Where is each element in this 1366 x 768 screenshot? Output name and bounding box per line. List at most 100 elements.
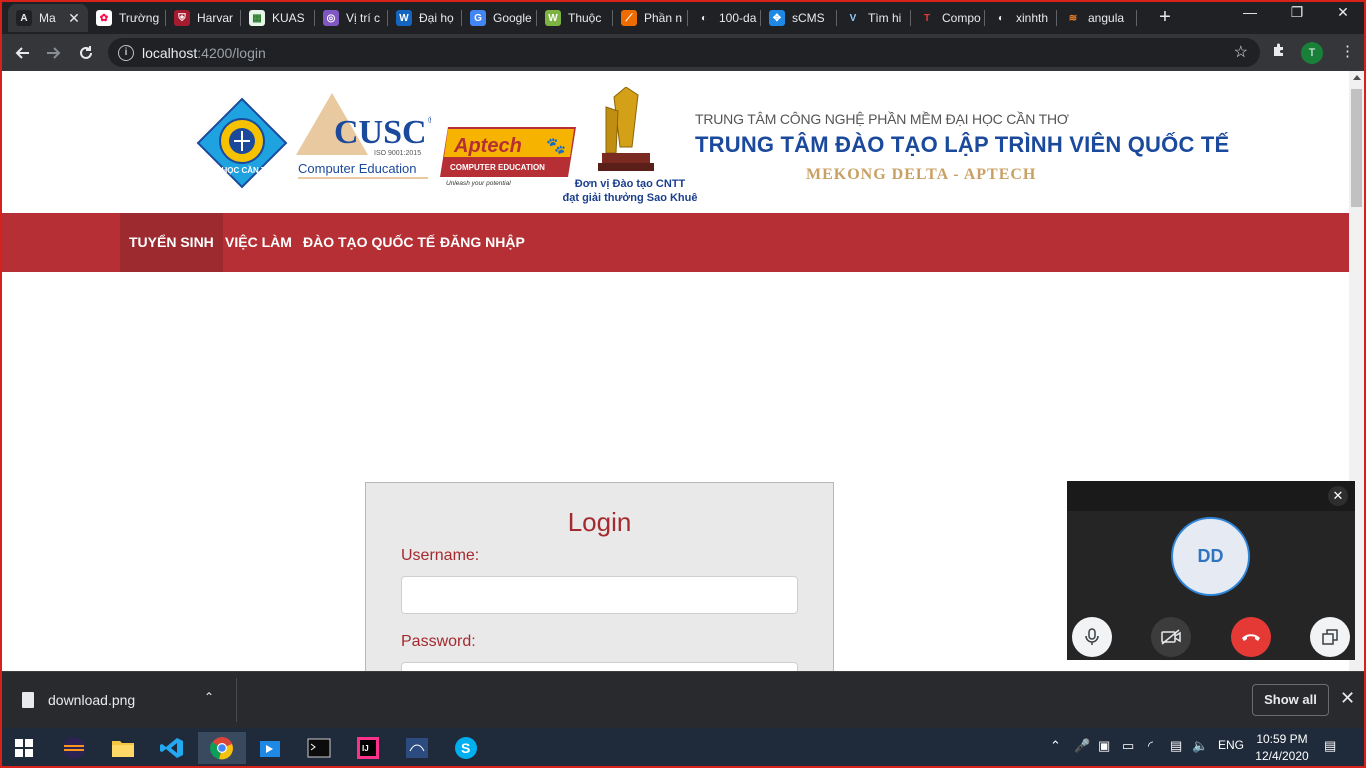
browser-tab[interactable]: ◐ 100-da [688,4,761,32]
popout-button[interactable] [1310,617,1350,657]
org-name: TRUNG TÂM ĐÀO TẠO LẬP TRÌNH VIÊN QUỐC TẾ [695,132,1230,157]
intellij-icon: IJ [357,737,379,759]
svg-text:S: S [461,740,470,756]
system-clock[interactable]: 10:59 PM 12/4/2020 [1250,731,1314,765]
tray-volume-icon[interactable]: 🔈 [1192,738,1208,754]
vscode-app[interactable] [156,732,188,764]
browser-tab[interactable]: ⟋ Phần n [613,4,688,32]
terminal-icon [307,738,331,758]
tab-close-icon[interactable]: ✕ [66,10,82,27]
tab-title: Ma [39,11,56,25]
tray-language-app-icon[interactable]: ▤ [1170,738,1182,754]
browser-tab[interactable]: ✿ Trường [88,4,166,32]
browser-tab[interactable]: ⛨ Harvar [166,4,241,32]
tab-favicon-icon: W [545,10,561,26]
site-info-icon[interactable]: i [118,44,134,61]
menu-kebab-icon[interactable]: ⋮ [1340,42,1355,60]
browser-tab[interactable]: ≋ angula [1057,4,1137,32]
tab-favicon-icon: ✿ [96,10,112,26]
bookmark-star-icon[interactable]: ☆ [1234,42,1248,62]
eclipse-app[interactable] [58,732,90,764]
hangup-button[interactable] [1231,617,1271,657]
nav-dao-tao-quoc-te[interactable]: ĐÀO TẠO QUỐC TẾ [294,213,444,272]
popout-windows-icon [1322,629,1338,645]
tab-separator [1136,10,1137,26]
tab-favicon-icon: A [16,10,32,26]
photos-video-icon [260,741,280,757]
extensions-puzzle-icon[interactable] [1271,42,1287,62]
browser-tab[interactable]: W Đại họ [388,4,462,32]
show-all-button[interactable]: Show all [1252,684,1329,716]
profile-avatar[interactable]: T [1301,42,1323,64]
close-window-button[interactable]: ✕ [1323,4,1363,21]
new-tab-button[interactable]: + [1154,6,1176,28]
award-caption: Đơn vị Đào tạo CNTT đạt giải thưởng Sao … [562,177,698,205]
svg-text:Computer Education: Computer Education [298,161,417,176]
browser-tab[interactable]: ✥ sCMS [761,4,837,32]
password-label: Password: [401,633,476,650]
download-options-chevron-icon[interactable]: ⌃ [204,690,214,704]
tab-title: Compo [942,11,981,25]
download-bar-close-button[interactable]: ✕ [1340,688,1355,709]
svg-text:Aptech: Aptech [453,135,522,157]
file-explorer-app[interactable] [107,732,139,764]
svg-text:ISO 9001:2015: ISO 9001:2015 [374,150,421,157]
forward-button[interactable] [42,41,66,65]
nav-dang-nhap[interactable]: ĐĂNG NHẬP [431,213,534,272]
username-input[interactable] [401,576,798,614]
scroll-thumb[interactable] [1351,89,1362,207]
browser-tab[interactable]: W Thuộc [537,4,613,32]
password-input[interactable] [401,662,798,671]
ctu-logo: ĐẠI HỌC CẦN THƠ [196,97,288,189]
tab-favicon-icon: G [470,10,486,26]
tray-app-icon[interactable]: ▣ [1098,738,1110,754]
aptech-logo: Aptech 🐾 COMPUTER EDUCATION Unleash your… [440,127,576,187]
address-bar[interactable]: i localhost:4200/login ☆ [108,38,1260,67]
scroll-up-icon[interactable] [1353,75,1361,80]
windows-logo-icon [15,739,33,757]
tab-title: Thuộc [568,11,602,25]
nav-viec-lam[interactable]: VIỆC LÀM [216,213,301,272]
reload-button[interactable] [74,41,98,65]
tab-favicon-icon: V [845,10,861,26]
tray-microphone-icon[interactable]: 🎤 [1074,738,1090,754]
browser-tab[interactable]: A Ma ✕ [8,4,88,32]
file-icon [22,692,34,708]
browser-tab[interactable]: ◐ xinhth [985,4,1057,32]
camera-button[interactable] [1151,617,1191,657]
tray-chevron-icon[interactable]: ⌃ [1050,738,1061,754]
notifications-icon[interactable]: ▤ [1324,738,1336,754]
login-title: Login [567,507,632,537]
back-button[interactable] [10,41,34,65]
tray-battery-icon[interactable]: ▭ [1122,738,1134,754]
browser-tab[interactable]: ◎ Vị trí c [315,4,388,32]
svg-text:®: ® [428,115,431,125]
sql-server-app[interactable] [401,732,433,764]
browser-tab[interactable]: T Compo [911,4,985,32]
browser-tab[interactable]: ▦ KUAS [241,4,315,32]
browser-tab[interactable]: V Tìm hi [837,4,911,32]
mic-button[interactable] [1072,617,1112,657]
tab-title: Google [493,11,532,25]
eclipse-icon [63,737,85,759]
intellij-app[interactable]: IJ [352,732,384,764]
maximize-button[interactable]: ❐ [1277,4,1317,21]
start-button[interactable] [8,732,40,764]
call-close-button[interactable]: ✕ [1328,486,1348,506]
clock-time: 10:59 PM [1256,732,1308,746]
terminal-app[interactable] [303,732,335,764]
nav-tuyen-sinh[interactable]: TUYỂN SINH [120,213,223,272]
photos-app[interactable] [254,732,286,764]
minimize-button[interactable]: — [1230,4,1270,20]
tab-favicon-icon: ◐ [696,10,712,26]
download-bar: download.png ⌃ Show all ✕ [0,671,1366,728]
browser-toolbar: i localhost:4200/login ☆ T ⋮ [0,34,1366,71]
skype-app[interactable]: S [450,732,482,764]
browser-tab[interactable]: G Google [462,4,537,32]
tray-wifi-icon[interactable]: ◜ [1148,738,1153,754]
chrome-app[interactable] [198,732,246,764]
tab-title: Đại họ [419,11,454,25]
input-language[interactable]: ENG [1218,738,1244,752]
download-file-name[interactable]: download.png [48,692,135,708]
tab-favicon-icon: W [396,10,412,26]
